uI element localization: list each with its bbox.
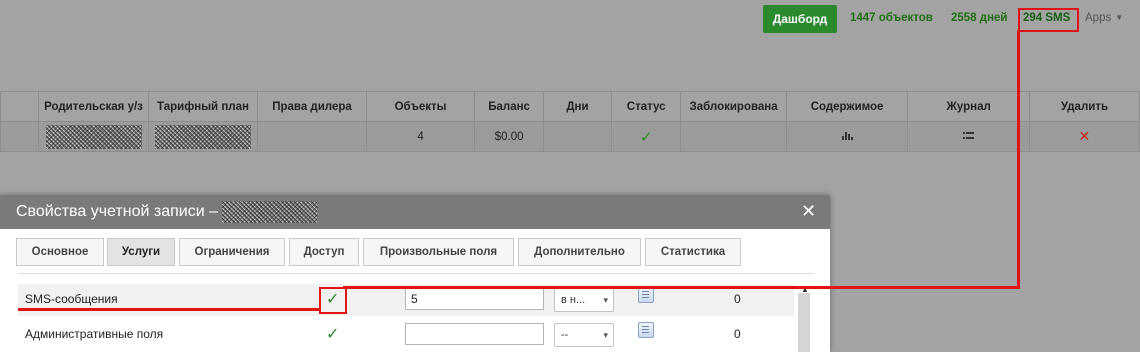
chevron-down-icon: ▾ <box>603 330 608 340</box>
checkmark-icon: ✓ <box>639 128 653 146</box>
tab-services[interactable]: Услуги <box>107 238 175 266</box>
cross-icon[interactable]: ✕ <box>1079 128 1091 144</box>
service-row-admin-fields[interactable]: Административные поля ✓ -- ▾ 0 <box>18 319 794 351</box>
tab-custom-fields[interactable]: Произвольные поля <box>363 238 514 266</box>
dialog-title: Свойства учетной записи – <box>16 203 218 220</box>
column-header-balance[interactable]: Баланс <box>474 91 544 122</box>
chevron-down-icon: ▼ <box>1115 13 1124 22</box>
annotation-underline <box>18 308 320 311</box>
journal-cell <box>907 121 1030 152</box>
column-header-blocked[interactable]: Заблокирована <box>680 91 787 122</box>
column-header-select <box>0 91 40 122</box>
column-header-journal: Журнал <box>907 91 1030 122</box>
column-header-plan[interactable]: Тарифный план <box>147 91 259 122</box>
column-header-parent[interactable]: Родительская у/з <box>38 91 149 122</box>
tab-statistics[interactable]: Статистика <box>645 238 741 266</box>
chevron-down-icon: ▾ <box>603 295 608 305</box>
sms-limit-input[interactable] <box>405 288 544 310</box>
dialog-header[interactable]: Свойства учетной записи – ✕ <box>0 195 830 229</box>
service-count: 0 <box>734 327 741 341</box>
sms-check-highlight-box <box>319 287 347 314</box>
column-header-status[interactable]: Статус <box>610 91 682 122</box>
parent-cell <box>38 121 149 152</box>
table-row[interactable]: 4 $0.00 ✓ ✕ <box>0 121 1140 152</box>
tab-limits[interactable]: Ограничения <box>179 238 285 266</box>
objects-cell: 4 <box>365 121 476 152</box>
close-icon[interactable]: ✕ <box>801 201 816 221</box>
apps-menu[interactable]: Apps ▼ <box>1085 12 1123 24</box>
column-header-content: Содержимое <box>785 91 909 122</box>
document-icon[interactable] <box>638 322 654 338</box>
plan-cell <box>147 121 259 152</box>
tab-divider <box>18 273 814 274</box>
admin-fields-period-select[interactable]: -- ▾ <box>554 323 614 347</box>
sms-highlight-box <box>1018 8 1079 32</box>
table-header-row: Родительская у/з Тарифный план Права дил… <box>0 91 1140 122</box>
sms-period-select[interactable]: в н... ▾ <box>554 288 614 312</box>
apps-label: Apps <box>1085 12 1112 24</box>
service-label: SMS-сообщения <box>25 292 118 306</box>
column-header-days[interactable]: Дни <box>542 91 612 122</box>
content-cell <box>785 121 909 152</box>
tab-general[interactable]: Основное <box>16 238 104 266</box>
column-header-delete: Удалить <box>1028 91 1140 122</box>
annotation-line-vertical <box>1017 30 1020 288</box>
redacted-plan <box>154 124 251 149</box>
row-select-cell <box>0 121 40 152</box>
list-icon[interactable] <box>963 131 975 140</box>
tab-access[interactable]: Доступ <box>289 238 359 266</box>
redacted-account-name <box>222 201 318 223</box>
days-count[interactable]: 2558 дней <box>951 12 1008 24</box>
service-label: Административные поля <box>25 327 164 341</box>
annotation-line-horizontal <box>343 286 1020 289</box>
column-header-dealer-rights[interactable]: Права дилера <box>257 91 367 122</box>
delete-cell: ✕ <box>1028 121 1140 152</box>
document-icon[interactable] <box>638 287 654 303</box>
top-bar: Дашборд 1447 объектов 2558 дней 294 SMS … <box>0 0 1140 40</box>
dealer-rights-cell <box>257 121 367 152</box>
blocked-cell <box>680 121 787 152</box>
dashboard-button[interactable]: Дашборд <box>763 5 837 33</box>
admin-fields-limit-input[interactable] <box>405 323 544 345</box>
bar-chart-icon[interactable] <box>841 131 853 140</box>
days-cell <box>542 121 612 152</box>
service-count: 0 <box>734 292 741 306</box>
select-value: в н... <box>561 294 586 306</box>
select-value: -- <box>561 329 569 341</box>
scrollbar[interactable] <box>798 293 810 352</box>
balance-cell: $0.00 <box>474 121 544 152</box>
accounts-table: Родительская у/з Тарифный план Права дил… <box>0 91 1140 152</box>
objects-count[interactable]: 1447 объектов <box>850 12 933 24</box>
account-properties-dialog: Свойства учетной записи – ✕ Основное Усл… <box>0 195 830 352</box>
tab-additional[interactable]: Дополнительно <box>518 238 641 266</box>
status-cell: ✓ <box>610 121 682 152</box>
redacted-parent <box>45 124 142 149</box>
column-header-objects[interactable]: Объекты <box>365 91 476 122</box>
checkmark-icon[interactable]: ✓ <box>326 324 339 344</box>
